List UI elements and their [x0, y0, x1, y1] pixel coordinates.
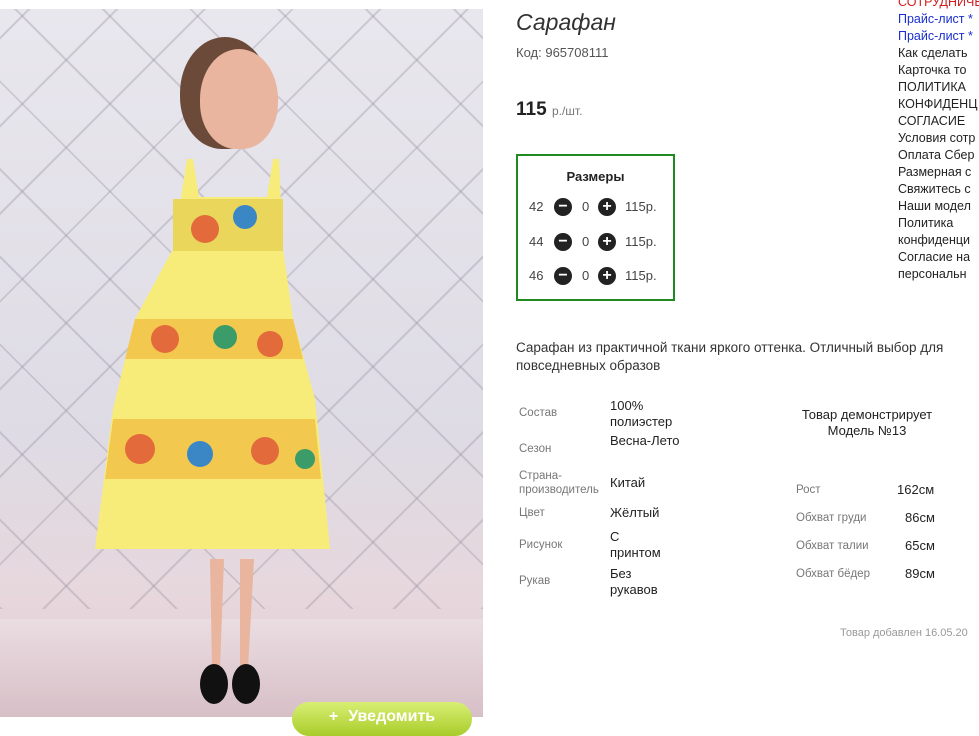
minus-icon[interactable]: − [554, 198, 572, 216]
size-value: 42 [529, 199, 544, 214]
attribute-value: Жёлтый [610, 505, 660, 520]
plus-icon[interactable]: + [598, 233, 616, 251]
measurement-label: Обхват бёдер [796, 568, 870, 580]
sidebar-link[interactable]: персональн [898, 266, 979, 283]
sidebar-link[interactable]: Политика [898, 215, 979, 232]
measurement-label: Обхват талии [796, 540, 869, 552]
measurement-row: Рост 162см [796, 482, 956, 500]
plus-icon[interactable]: + [598, 198, 616, 216]
size-quantity[interactable]: 0 [582, 234, 589, 249]
size-selector: Размеры 42 − 0 + 115р. 44 − 0 + 115р. 46… [516, 154, 675, 301]
measurement-value: 86см [905, 510, 935, 525]
size-row: 46 − 0 + 115р. [518, 265, 673, 287]
size-price: 115р. [625, 199, 657, 214]
sidebar-link[interactable]: СОТРУДНИЧЕ [898, 0, 979, 11]
photo-dress [95, 159, 330, 549]
notify-button-label: Уведомить [348, 708, 436, 725]
product-price: 115 р./шт. [516, 99, 582, 121]
sidebar-link[interactable]: Согласие на [898, 249, 979, 266]
size-quantity[interactable]: 0 [582, 268, 589, 283]
product-code: Код: 965708111 [516, 45, 608, 60]
sidebar-link[interactable]: Карточка то [898, 62, 979, 79]
plus-icon[interactable]: + [598, 267, 616, 285]
price-value: 115 [516, 99, 547, 120]
size-row: 42 − 0 + 115р. [518, 196, 673, 218]
attribute-label: Рисунок [519, 539, 563, 551]
attribute-value: Китай [610, 475, 646, 490]
attribute-label: Цвет [519, 507, 545, 519]
sidebar-link[interactable]: Оплата Сбер [898, 147, 979, 164]
sidebar-link[interactable]: СОГЛАСИЕ [898, 113, 979, 130]
product-title: Сарафан [516, 9, 616, 35]
minus-icon[interactable]: − [554, 267, 572, 285]
size-quantity[interactable]: 0 [582, 199, 589, 214]
sidebar-link[interactable]: КОНФИДЕНЦ [898, 96, 979, 113]
measurement-value: 65см [905, 538, 935, 553]
measurement-label: Обхват груди [796, 512, 867, 524]
model-info-title: Товар демонстрирует Модель №13 [801, 407, 933, 438]
attribute-value: С принтом [610, 529, 661, 560]
size-value: 46 [529, 268, 544, 283]
measurement-row: Обхват бёдер 89см [796, 566, 956, 584]
notify-button[interactable]: + Уведомить [292, 702, 472, 736]
attribute-label: Рукав [519, 575, 551, 587]
measurement-row: Обхват талии 65см [796, 538, 956, 556]
sidebar-link[interactable]: Прайс-лист * [898, 11, 979, 28]
attribute-label: Страна-производитель [519, 470, 599, 496]
minus-icon[interactable]: − [554, 233, 572, 251]
measurement-label: Рост [796, 484, 821, 496]
measurement-value: 89см [905, 566, 935, 581]
sizes-heading: Размеры [566, 169, 625, 184]
product-description: Сарафан из практичной ткани яркого оттен… [516, 340, 944, 373]
sidebar-link[interactable]: Свяжитесь с [898, 181, 979, 198]
product-code-label: Код: [516, 45, 542, 60]
attribute-value: 100% полиэстер [610, 398, 673, 429]
sidebar-link[interactable]: Прайс-лист * [898, 28, 979, 45]
sidebar-link[interactable]: конфиденци [898, 232, 979, 249]
sidebar-link[interactable]: Размерная с [898, 164, 979, 181]
plus-icon: + [328, 708, 339, 725]
attribute-value: Весна-Лето [610, 433, 680, 448]
measurement-value: 162см [897, 482, 935, 497]
size-row: 44 − 0 + 115р. [518, 231, 673, 253]
measurement-row: Обхват груди 86см [796, 510, 956, 528]
product-photo[interactable] [0, 9, 483, 717]
sidebar-link[interactable]: Как сделать [898, 45, 979, 62]
attribute-value: Без рукавов [610, 566, 658, 597]
sidebar-links: СОТРУДНИЧЕ Прайс-лист * Прайс-лист * Как… [898, 0, 979, 283]
size-value: 44 [529, 234, 544, 249]
price-unit: р./шт. [551, 104, 583, 118]
attribute-label: Сезон [519, 443, 552, 455]
photo-model-head [200, 49, 278, 149]
product-added-date: Товар добавлен 16.05.20 [840, 627, 968, 639]
photo-model-legs [200, 559, 260, 704]
attribute-label: Состав [519, 407, 558, 419]
size-price: 115р. [625, 268, 657, 283]
sidebar-link[interactable]: ПОЛИТИКА [898, 79, 979, 96]
sidebar-link[interactable]: Наши модел [898, 198, 979, 215]
size-price: 115р. [625, 234, 657, 249]
product-code-value: 965708111 [545, 45, 609, 60]
sidebar-link[interactable]: Условия сотр [898, 130, 979, 147]
